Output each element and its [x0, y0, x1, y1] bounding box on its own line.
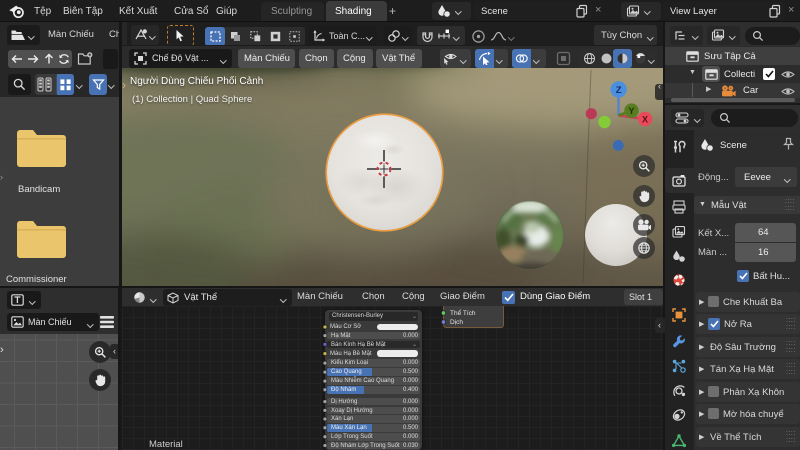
svg-text:X: X [642, 114, 648, 124]
svg-text:Y: Y [628, 106, 634, 116]
svg-text:Z: Z [616, 85, 622, 96]
